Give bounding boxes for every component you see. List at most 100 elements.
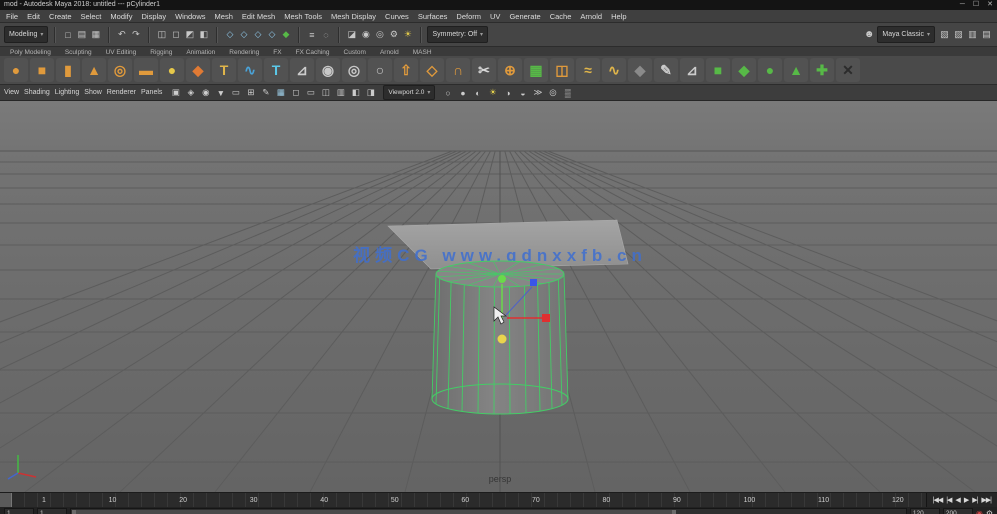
panel-menu-item[interactable]: View [4,89,19,96]
range-slider-bar[interactable] [70,508,907,514]
maximize-button[interactable]: ☐ [973,0,979,10]
menu-item[interactable]: Select [81,12,102,21]
menu-item[interactable]: Modify [110,12,132,21]
menu-item[interactable]: Edit [27,12,40,21]
film-gate-icon[interactable]: ◻ [289,86,302,99]
smooth-icon[interactable]: ≈ [576,58,600,82]
menu-item[interactable]: Mesh Tools [284,12,322,21]
playback-end-field[interactable] [909,508,940,514]
new-scene-icon[interactable]: □ [61,26,74,43]
animation-preferences-icon[interactable]: ⚙ [986,509,993,514]
construction-history-icon[interactable]: ≡ [305,26,318,43]
bifrost-graph-icon[interactable]: ✚ [810,58,834,82]
crease-tool-icon[interactable]: ∿ [602,58,626,82]
quad-draw-icon[interactable]: ▦ [524,58,548,82]
play-backward-button[interactable]: ◀ [955,496,960,504]
step-forward-frame-button[interactable]: ▶| [972,496,978,504]
select-component-icon[interactable]: ◩ [183,26,196,43]
select-by-type-icon[interactable]: ◧ [197,26,210,43]
open-scene-icon[interactable]: ▤ [75,26,88,43]
workspace-dropdown[interactable]: Maya Classic ▾ [877,26,935,43]
snap-to-plane-icon[interactable]: ◇ [265,26,278,43]
menu-item[interactable]: Curves [385,12,409,21]
boolean-union-icon[interactable]: ◉ [316,58,340,82]
delete-history-icon[interactable]: ✕ [836,58,860,82]
menu-item[interactable]: Generate [509,12,540,21]
menu-item[interactable]: Help [611,12,626,21]
snap-to-grid-icon[interactable]: ◇ [223,26,236,43]
range-end-handle[interactable] [672,510,677,514]
anim-end-field[interactable] [942,508,973,514]
shelf-tab[interactable]: Poly Modeling [8,49,53,56]
manipulator-z-handle[interactable] [530,279,537,286]
channel-box-icon[interactable]: ▤ [980,26,993,43]
save-scene-icon[interactable]: ▦ [89,26,102,43]
panel-menu-item[interactable]: Renderer [107,89,136,96]
ep-curve-icon[interactable]: ⊿ [680,58,704,82]
lock-length-icon[interactable]: ◆ [628,58,652,82]
grease-pencil-icon[interactable]: ✎ [259,86,272,99]
two-d-pan-zoom-icon[interactable]: ⊞ [244,86,257,99]
render-settings-icon[interactable]: ⚙ [387,26,400,43]
multi-cut-icon[interactable]: ✂ [472,58,496,82]
separate-icon[interactable]: ○ [368,58,392,82]
time-slider-track[interactable]: 1 10 20 30 40 50 60 70 80 90 100 110 120 [12,493,926,507]
menu-item[interactable]: Mesh Display [331,12,376,21]
playback-start-field[interactable] [37,508,67,514]
menu-item[interactable]: File [6,12,18,21]
menu-item[interactable]: Windows [175,12,205,21]
safe-title-icon[interactable]: ◨ [364,86,377,99]
viewport-canvas[interactable]: 视频CG www.qdnxxfb.cn persp [0,101,997,492]
mirror-icon[interactable]: ◫ [550,58,574,82]
shelf-tab[interactable]: Arnold [378,49,401,56]
target-weld-icon[interactable]: ⊕ [498,58,522,82]
poly-cube-icon[interactable]: ■ [30,58,54,82]
mash-repro-icon[interactable]: ◆ [732,58,756,82]
panel-menu-item[interactable]: Panels [141,89,162,96]
menu-item[interactable]: Surfaces [418,12,448,21]
gate-mask-icon[interactable]: ◫ [319,86,332,99]
shelf-tab[interactable]: Custom [342,49,368,56]
bridge-icon[interactable]: ∩ [446,58,470,82]
modeling-toolkit-icon[interactable]: ▧ [938,26,951,43]
anim-start-field[interactable] [4,508,34,514]
menu-item[interactable]: Edit Mesh [242,12,275,21]
xray-icon[interactable]: ▒ [561,86,574,99]
lock-camera-icon[interactable]: ◈ [184,86,197,99]
undo-icon[interactable]: ↶ [115,26,128,43]
render-current-frame-icon[interactable]: ◉ [359,26,372,43]
auto-key-toggle[interactable]: ◉ [976,509,983,514]
lights-icon[interactable]: ☀ [486,86,499,99]
range-slider-range[interactable] [72,510,674,514]
go-to-start-button[interactable]: |◀◀ [933,496,944,504]
snap-to-point-icon[interactable]: ◇ [251,26,264,43]
panel-menu-item[interactable]: Show [84,89,102,96]
menu-item[interactable]: Mesh [215,12,233,21]
shelf-tab[interactable]: Rendering [227,49,261,56]
menuset-dropdown[interactable]: Modeling ▾ [4,26,49,43]
menu-item[interactable]: Cache [550,12,572,21]
isolate-select-icon[interactable]: ◎ [546,86,559,99]
poly-plane-icon[interactable]: ▬ [134,58,158,82]
field-chart-icon[interactable]: ▥ [334,86,347,99]
shaded-mode-icon[interactable]: ● [456,86,469,99]
manipulator-center-handle[interactable] [497,334,507,344]
minimize-button[interactable]: ─ [960,0,965,10]
curve-pencil-icon[interactable]: ✎ [654,58,678,82]
type-tool-icon[interactable]: T [264,58,288,82]
current-frame-marker[interactable] [0,493,12,507]
light-editor-icon[interactable]: ☀ [401,26,414,43]
platonic-solid-icon[interactable]: ◆ [186,58,210,82]
shelf-tab[interactable]: Animation [184,49,217,56]
ipr-render-icon[interactable]: ◎ [373,26,386,43]
step-back-frame-button[interactable]: |◀ [946,496,952,504]
menu-item[interactable]: Display [142,12,167,21]
extrude-icon[interactable]: ⇧ [394,58,418,82]
measure-tool-icon[interactable]: ⊿ [290,58,314,82]
mash-network-icon[interactable]: ■ [706,58,730,82]
bookmark-icon[interactable]: ▼ [214,86,227,99]
textured-mode-icon[interactable]: ◐ [471,86,484,99]
menu-item[interactable]: Deform [456,12,481,21]
poly-sphere-icon[interactable]: ● [4,58,28,82]
ao-icon[interactable]: ◒ [516,86,529,99]
